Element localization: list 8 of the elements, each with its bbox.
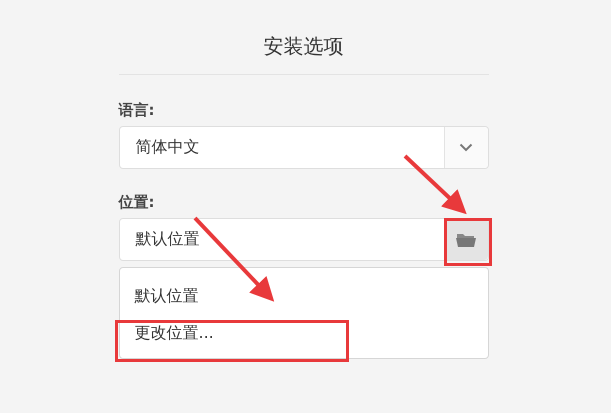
language-select[interactable]: 简体中文 <box>118 126 488 169</box>
field-label: 语言: <box>118 101 154 120</box>
dropdown-option[interactable]: 默认位置 <box>120 278 488 315</box>
dialog-title: 安装选项 <box>118 33 488 75</box>
field-label: 位置: <box>118 193 154 212</box>
annotation-arrow <box>404 154 467 214</box>
dropdown-option[interactable]: 更改位置... <box>120 315 488 352</box>
chevron-down-icon <box>459 143 473 152</box>
